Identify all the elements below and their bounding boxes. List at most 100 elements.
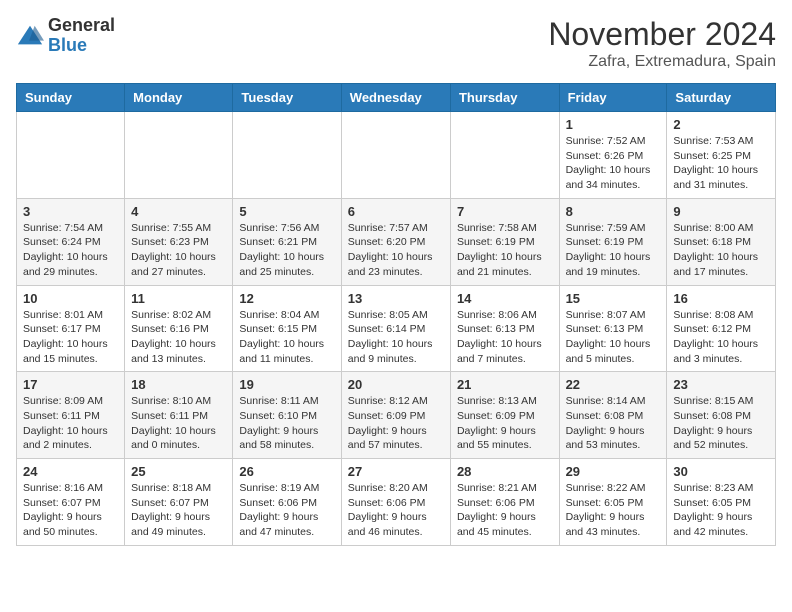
day-info: Sunrise: 7:53 AM Sunset: 6:25 PM Dayligh… [673, 134, 769, 193]
day-info: Sunrise: 8:18 AM Sunset: 6:07 PM Dayligh… [131, 481, 226, 540]
day-cell: 12Sunrise: 8:04 AM Sunset: 6:15 PM Dayli… [233, 285, 341, 372]
day-cell: 20 Sunrise: 8:12 AM Sunset: 6:09 PM Dayli… [341, 372, 450, 459]
day-cell: 27 Sunrise: 8:20 AM Sunset: 6:06 PM Dayli… [341, 459, 450, 546]
day-number: 2 [673, 117, 769, 132]
week-row-4: 17 Sunrise: 8:09 AM Sunset: 6:11 PM Dayli… [17, 372, 776, 459]
day-cell: 15Sunrise: 8:07 AM Sunset: 6:13 PM Dayli… [559, 285, 667, 372]
day-info: Sunrise: 7:57 AM Sunset: 6:20 PM Dayligh… [348, 221, 444, 280]
day-info: Sunrise: 8:09 AM Sunset: 6:11 PM Dayligh… [23, 394, 118, 453]
day-info: Sunrise: 8:08 AM Sunset: 6:12 PM Dayligh… [673, 308, 769, 367]
day-header-thursday: Thursday [450, 84, 559, 112]
day-cell: 22Sunrise: 8:14 AM Sunset: 6:08 PM Dayli… [559, 372, 667, 459]
day-number: 25 [131, 464, 226, 479]
day-info: Sunrise: 8:06 AM Sunset: 6:13 PM Dayligh… [457, 308, 553, 367]
day-info: Sunrise: 7:54 AM Sunset: 6:24 PM Dayligh… [23, 221, 118, 280]
calendar: SundayMondayTuesdayWednesdayThursdayFrid… [16, 83, 776, 546]
week-row-1: 1 Sunrise: 7:52 AM Sunset: 6:26 PM Daylig… [17, 112, 776, 199]
day-cell: 24 Sunrise: 8:16 AM Sunset: 6:07 PM Dayli… [17, 459, 125, 546]
logo-general: General [48, 16, 115, 36]
day-info: Sunrise: 7:59 AM Sunset: 6:19 PM Dayligh… [566, 221, 661, 280]
logo-blue: Blue [48, 36, 115, 56]
day-info: Sunrise: 7:56 AM Sunset: 6:21 PM Dayligh… [239, 221, 334, 280]
day-info: Sunrise: 8:15 AM Sunset: 6:08 PM Dayligh… [673, 394, 769, 453]
day-info: Sunrise: 8:04 AM Sunset: 6:15 PM Dayligh… [239, 308, 334, 367]
day-number: 29 [566, 464, 661, 479]
title-section: November 2024 Zafra, Extremadura, Spain [548, 16, 776, 71]
day-number: 11 [131, 291, 226, 306]
day-cell: 1 Sunrise: 7:52 AM Sunset: 6:26 PM Daylig… [559, 112, 667, 199]
calendar-header-row: SundayMondayTuesdayWednesdayThursdayFrid… [17, 84, 776, 112]
day-info: Sunrise: 8:23 AM Sunset: 6:05 PM Dayligh… [673, 481, 769, 540]
day-info: Sunrise: 8:11 AM Sunset: 6:10 PM Dayligh… [239, 394, 334, 453]
day-number: 28 [457, 464, 553, 479]
day-info: Sunrise: 8:05 AM Sunset: 6:14 PM Dayligh… [348, 308, 444, 367]
day-number: 15 [566, 291, 661, 306]
day-cell: 6 Sunrise: 7:57 AM Sunset: 6:20 PM Daylig… [341, 198, 450, 285]
day-number: 18 [131, 377, 226, 392]
day-cell: 7 Sunrise: 7:58 AM Sunset: 6:19 PM Daylig… [450, 198, 559, 285]
day-info: Sunrise: 8:19 AM Sunset: 6:06 PM Dayligh… [239, 481, 334, 540]
day-header-friday: Friday [559, 84, 667, 112]
day-number: 1 [566, 117, 661, 132]
day-cell: 19Sunrise: 8:11 AM Sunset: 6:10 PM Dayli… [233, 372, 341, 459]
day-info: Sunrise: 7:58 AM Sunset: 6:19 PM Dayligh… [457, 221, 553, 280]
day-info: Sunrise: 7:52 AM Sunset: 6:26 PM Dayligh… [566, 134, 661, 193]
week-row-5: 24 Sunrise: 8:16 AM Sunset: 6:07 PM Dayli… [17, 459, 776, 546]
day-cell: 9 Sunrise: 8:00 AM Sunset: 6:18 PM Daylig… [667, 198, 776, 285]
day-number: 22 [566, 377, 661, 392]
day-info: Sunrise: 8:01 AM Sunset: 6:17 PM Dayligh… [23, 308, 118, 367]
day-cell [125, 112, 233, 199]
week-row-2: 3 Sunrise: 7:54 AM Sunset: 6:24 PM Daylig… [17, 198, 776, 285]
day-number: 16 [673, 291, 769, 306]
day-info: Sunrise: 8:00 AM Sunset: 6:18 PM Dayligh… [673, 221, 769, 280]
day-cell: 2 Sunrise: 7:53 AM Sunset: 6:25 PM Daylig… [667, 112, 776, 199]
day-cell: 30Sunrise: 8:23 AM Sunset: 6:05 PM Dayli… [667, 459, 776, 546]
day-info: Sunrise: 8:02 AM Sunset: 6:16 PM Dayligh… [131, 308, 226, 367]
day-info: Sunrise: 8:16 AM Sunset: 6:07 PM Dayligh… [23, 481, 118, 540]
day-header-sunday: Sunday [17, 84, 125, 112]
day-info: Sunrise: 7:55 AM Sunset: 6:23 PM Dayligh… [131, 221, 226, 280]
day-cell: 10 Sunrise: 8:01 AM Sunset: 6:17 PM Dayli… [17, 285, 125, 372]
week-row-3: 10 Sunrise: 8:01 AM Sunset: 6:17 PM Dayli… [17, 285, 776, 372]
day-cell [450, 112, 559, 199]
day-number: 9 [673, 204, 769, 219]
day-number: 26 [239, 464, 334, 479]
logo-text: General Blue [48, 16, 115, 56]
location-title: Zafra, Extremadura, Spain [548, 53, 776, 71]
day-number: 21 [457, 377, 553, 392]
day-cell: 28Sunrise: 8:21 AM Sunset: 6:06 PM Dayli… [450, 459, 559, 546]
day-info: Sunrise: 8:10 AM Sunset: 6:11 PM Dayligh… [131, 394, 226, 453]
day-number: 14 [457, 291, 553, 306]
day-header-monday: Monday [125, 84, 233, 112]
day-cell: 13Sunrise: 8:05 AM Sunset: 6:14 PM Dayli… [341, 285, 450, 372]
day-number: 8 [566, 204, 661, 219]
day-number: 6 [348, 204, 444, 219]
day-number: 23 [673, 377, 769, 392]
logo-icon [16, 22, 44, 50]
day-header-saturday: Saturday [667, 84, 776, 112]
day-number: 24 [23, 464, 118, 479]
day-cell [233, 112, 341, 199]
day-cell: 26 Sunrise: 8:19 AM Sunset: 6:06 PM Dayli… [233, 459, 341, 546]
day-number: 5 [239, 204, 334, 219]
day-info: Sunrise: 8:13 AM Sunset: 6:09 PM Dayligh… [457, 394, 553, 453]
day-number: 10 [23, 291, 118, 306]
day-cell: 14 Sunrise: 8:06 AM Sunset: 6:13 PM Dayli… [450, 285, 559, 372]
day-number: 17 [23, 377, 118, 392]
day-number: 7 [457, 204, 553, 219]
day-info: Sunrise: 8:20 AM Sunset: 6:06 PM Dayligh… [348, 481, 444, 540]
day-cell: 8 Sunrise: 7:59 AM Sunset: 6:19 PM Daylig… [559, 198, 667, 285]
day-cell: 29 Sunrise: 8:22 AM Sunset: 6:05 PM Dayli… [559, 459, 667, 546]
day-number: 27 [348, 464, 444, 479]
header-section: General Blue November 2024 Zafra, Extrem… [16, 16, 776, 71]
day-cell: 25 Sunrise: 8:18 AM Sunset: 6:07 PM Dayli… [125, 459, 233, 546]
day-cell: 11 Sunrise: 8:02 AM Sunset: 6:16 PM Dayli… [125, 285, 233, 372]
day-number: 20 [348, 377, 444, 392]
day-cell: 16 Sunrise: 8:08 AM Sunset: 6:12 PM Dayli… [667, 285, 776, 372]
day-header-wednesday: Wednesday [341, 84, 450, 112]
day-header-tuesday: Tuesday [233, 84, 341, 112]
day-info: Sunrise: 8:22 AM Sunset: 6:05 PM Dayligh… [566, 481, 661, 540]
day-cell [17, 112, 125, 199]
day-info: Sunrise: 8:12 AM Sunset: 6:09 PM Dayligh… [348, 394, 444, 453]
day-number: 3 [23, 204, 118, 219]
